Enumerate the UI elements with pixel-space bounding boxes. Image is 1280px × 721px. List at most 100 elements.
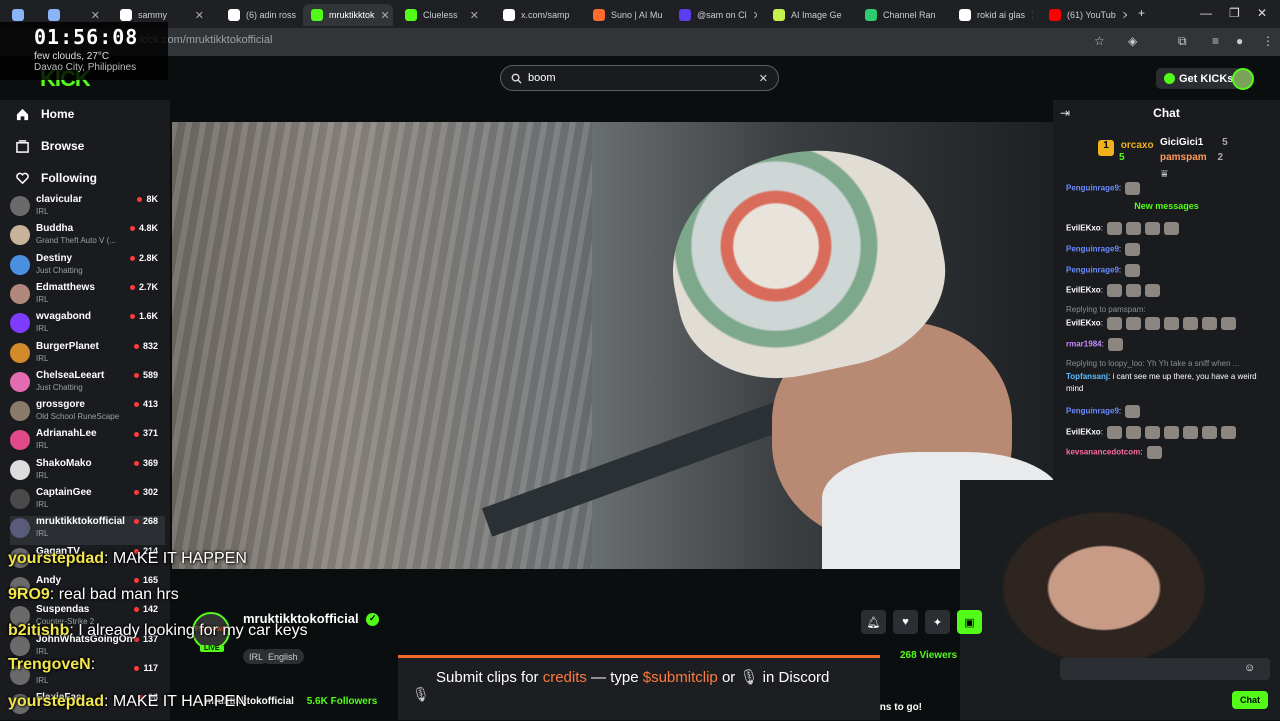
sidebar-channel[interactable]: ChelseaLeeart Just Chatting 589 bbox=[10, 370, 165, 399]
profile-avatar-icon[interactable]: ● bbox=[1236, 34, 1243, 48]
live-badge: LIVE bbox=[200, 645, 224, 652]
channel-avatar bbox=[10, 430, 30, 451]
address-bar[interactable]: kick.com/mruktikktokofficial ☆ ◈ ⧉ ≡ ● ⋮ bbox=[0, 28, 1280, 56]
close-tab-icon[interactable]: ✕ bbox=[576, 9, 577, 22]
chat-input[interactable] bbox=[1060, 658, 1270, 680]
chat-message[interactable]: Penguinrage9: bbox=[1066, 242, 1141, 256]
chat-message[interactable]: Penguinrage9: bbox=[1066, 263, 1141, 277]
sparkle-icon[interactable]: ✦ bbox=[925, 610, 950, 634]
chat-message[interactable]: EvilEKxo: bbox=[1066, 222, 1179, 235]
nav-home[interactable]: Home bbox=[16, 107, 74, 121]
browser-tab[interactable]: Suno | AI Mu✕ bbox=[585, 4, 667, 26]
leaderboard-first: 1 orcaxo bbox=[1098, 140, 1154, 156]
chat-username[interactable]: Penguinrage9 bbox=[1066, 184, 1119, 193]
sidebar-channel[interactable]: clavicular IRL 8K bbox=[10, 194, 165, 223]
browser-tab[interactable]: Channel Ran ✕ bbox=[857, 4, 943, 26]
channel-name: AdrianahLee bbox=[36, 428, 97, 440]
nav-following[interactable]: Following bbox=[16, 171, 97, 185]
chat-username[interactable]: Topfansanj bbox=[1066, 372, 1108, 381]
maximize-icon[interactable]: ❐ bbox=[1229, 6, 1240, 20]
chat-filter-icon[interactable]: ⩸ bbox=[1161, 168, 1168, 181]
chat-username[interactable]: EvilEKxo bbox=[1066, 286, 1101, 295]
browser-tab[interactable]: @sam on Cl ✕ bbox=[671, 4, 757, 26]
sidebar-channel[interactable]: Edmatthews IRL 2.7K bbox=[10, 282, 165, 311]
sidebar-channel[interactable]: Destiny Just Chatting 2.8K bbox=[10, 253, 165, 282]
emoji-icon[interactable]: ☺ bbox=[1244, 662, 1255, 674]
sidebar-channel[interactable]: mruktikktokofficial IRL 268 bbox=[10, 516, 165, 546]
channel-avatar bbox=[10, 254, 30, 275]
overlay-chat-message: yourstepdad: MAKE IT HAPPEN bbox=[8, 550, 247, 568]
bookmark-star-icon[interactable]: ☆ bbox=[1094, 34, 1105, 48]
chat-message[interactable]: EvilEKxo: bbox=[1066, 284, 1160, 298]
close-tab-icon[interactable]: ✕ bbox=[1122, 9, 1127, 22]
chat-username[interactable]: Penguinrage9 bbox=[1066, 406, 1119, 415]
sidebar-channel[interactable]: Buddha Grand Theft Auto V (... 4.8K bbox=[10, 223, 165, 252]
chat-send-button[interactable]: Chat bbox=[1232, 691, 1268, 709]
search-input[interactable] bbox=[528, 72, 759, 84]
chat-username[interactable]: Penguinrage9 bbox=[1066, 265, 1119, 274]
minimize-icon[interactable]: — bbox=[1200, 6, 1212, 20]
browser-tab[interactable]: rokid ai glas ✕ bbox=[951, 4, 1033, 26]
close-tab-icon[interactable]: ✕ bbox=[942, 9, 943, 22]
browser-menu-icon[interactable]: ⋮ bbox=[1262, 34, 1274, 48]
chat-message[interactable]: kevsanancedotcom: bbox=[1066, 446, 1162, 460]
video-player[interactable] bbox=[172, 122, 1053, 569]
chat-username[interactable]: Penguinrage9 bbox=[1066, 244, 1119, 253]
extensions-puzzle-icon[interactable]: ⧉ bbox=[1178, 34, 1187, 49]
sidebar-channel[interactable]: AdrianahLee IRL 371 bbox=[10, 428, 165, 457]
channel-category: IRL bbox=[36, 675, 49, 685]
sidebar-channel[interactable]: grossgore Old School RuneScape 413 bbox=[10, 399, 165, 428]
chat-message[interactable]: Penguinrage9: bbox=[1066, 182, 1141, 195]
close-tab-icon[interactable]: ✕ bbox=[470, 9, 479, 22]
get-kicks-button[interactable]: Get KICKs bbox=[1156, 68, 1242, 89]
chat-emote bbox=[1220, 425, 1236, 439]
chat-username[interactable]: EvilEKxo bbox=[1066, 224, 1101, 233]
chat-message[interactable]: EvilEKxo: bbox=[1066, 425, 1236, 439]
tab-label: (61) YouTub bbox=[1067, 10, 1116, 20]
user-avatar[interactable] bbox=[1232, 68, 1254, 90]
browser-tab[interactable]: (61) YouTub ✕ bbox=[1041, 4, 1127, 26]
browser-tab[interactable]: AI Image Ge ✕ bbox=[765, 4, 849, 26]
gift-icon[interactable]: ▣ bbox=[957, 610, 982, 634]
browser-tab[interactable]: Clueless ✕ bbox=[397, 4, 487, 26]
close-tab-icon[interactable]: ✕ bbox=[753, 9, 757, 22]
chat-username[interactable]: EvilEKxo bbox=[1066, 319, 1101, 328]
close-tab-icon[interactable]: ✕ bbox=[195, 9, 204, 22]
chat-username[interactable]: EvilEKxo bbox=[1066, 427, 1101, 436]
overlay-username: yourstepdad bbox=[8, 693, 105, 710]
close-tab-icon[interactable]: ✕ bbox=[381, 9, 390, 22]
channel-name: Andy bbox=[36, 574, 61, 586]
chat-message[interactable]: Penguinrage9: bbox=[1066, 404, 1141, 418]
browser-tab[interactable]: (6) adin ross✕ bbox=[220, 4, 300, 26]
clear-search-icon[interactable]: ✕ bbox=[759, 72, 768, 85]
chat-message[interactable]: Topfansanj: i cant see me up there, you … bbox=[1066, 371, 1262, 395]
chat-message[interactable]: rmar1984: bbox=[1066, 338, 1123, 351]
nav-browse[interactable]: Browse bbox=[16, 139, 84, 153]
close-window-icon[interactable]: ✕ bbox=[1257, 6, 1267, 20]
new-tab-button[interactable]: + bbox=[1138, 6, 1145, 20]
tab-favicon-icon bbox=[593, 9, 605, 21]
sidebar-channel[interactable]: BurgerPlanet IRL 832 bbox=[10, 341, 165, 370]
chat-message[interactable]: EvilEKxo: bbox=[1066, 317, 1236, 331]
close-tab-icon[interactable]: ✕ bbox=[848, 9, 849, 22]
new-messages-divider[interactable]: New messages bbox=[1053, 201, 1280, 211]
sidebar-channel[interactable]: CaptainGee IRL 302 bbox=[10, 487, 165, 516]
follow-heart-icon[interactable]: ♥ bbox=[893, 610, 918, 634]
sidebar-channel[interactable]: wvagabond IRL 1.6K bbox=[10, 311, 165, 340]
media-control-icon[interactable]: ≡ bbox=[1212, 34, 1219, 48]
chat-emote bbox=[1106, 425, 1122, 439]
close-tab-icon[interactable]: ✕ bbox=[1031, 9, 1033, 22]
close-tab-icon[interactable]: ✕ bbox=[91, 9, 100, 22]
chat-username[interactable]: rmar1984 bbox=[1066, 340, 1102, 349]
search-bar[interactable]: ✕ bbox=[500, 65, 779, 91]
channel-avatar bbox=[10, 371, 30, 392]
tag-english[interactable]: English bbox=[262, 649, 304, 664]
submit-clips-banner: 🎙︎ Submit clips for credits — type $subm… bbox=[398, 655, 880, 720]
browser-tab[interactable]: x.com/samp ✕ bbox=[495, 4, 577, 26]
chat-username[interactable]: kevsanancedotcom bbox=[1066, 448, 1140, 457]
notification-bell-icon[interactable]: 🔔︎ bbox=[861, 610, 886, 634]
extension-icon[interactable]: ◈ bbox=[1128, 34, 1137, 48]
chat-emote bbox=[1125, 263, 1141, 277]
browser-tab[interactable]: mruktikktok ✕ bbox=[303, 4, 393, 26]
sidebar-channel[interactable]: ShakoMako IRL 369 bbox=[10, 458, 165, 487]
